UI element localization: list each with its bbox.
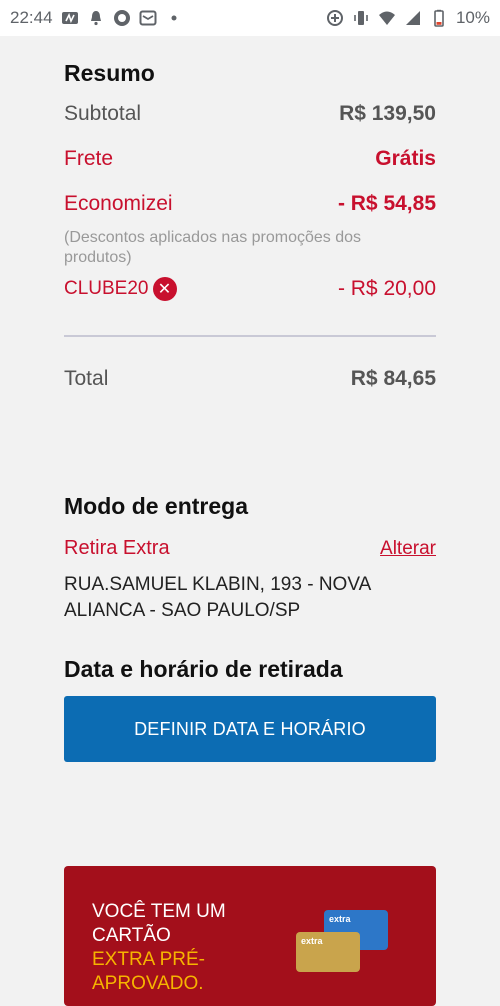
set-pickup-date-button[interactable]: DEFINIR DATA E HORÁRIO [64,696,436,762]
summary-title: Resumo [64,60,155,86]
promo-highlight-2: APROVADO. [92,973,204,994]
shipping-label: Frete [64,147,114,170]
promo-line-2: CARTÃO [92,925,171,946]
data-saver-icon [326,10,343,26]
promo-text: VOCÊ TEM UM CARTÃO EXTRA PRÉ- APROVADO. [92,900,242,996]
card-brand-label: extra [329,914,351,924]
change-delivery-link[interactable]: Alterar [380,538,436,560]
savings-label: Economizei [64,192,173,215]
total-row: Total R$ 84,65 [64,367,436,391]
subtotal-value: R$ 139,50 [339,102,436,125]
shipping-row: Frete Grátis [64,147,436,171]
battery-low-icon [434,9,444,27]
total-value: R$ 84,65 [350,367,436,390]
savings-value: - R$ 54,85 [337,192,436,215]
notification-app-icon [61,12,78,24]
battery-percent: 10% [455,8,490,27]
credit-card-gold-image: extra [296,932,360,972]
savings-note: (Descontos aplicados nas promoções dos p… [64,229,362,266]
delivery-title: Modo de entrega [64,493,249,519]
preapproved-card-banner[interactable]: VOCÊ TEM UM CARTÃO EXTRA PRÉ- APROVADO. … [64,866,436,1006]
status-time: 22:44 [10,8,53,27]
vibrate-icon [354,11,368,25]
total-label: Total [64,367,109,390]
coupon-tag: CLUBE20 ✕ [64,277,177,301]
remove-coupon-button[interactable]: ✕ [152,277,177,301]
subtotal-row: Subtotal R$ 139,50 [64,102,436,126]
coupon-code: CLUBE20 [64,278,149,299]
more-notifications-dot-icon [171,15,177,21]
close-icon: ✕ [157,281,172,298]
pickup-title: Data e horário de retirada [64,656,343,682]
savings-row: Economizei - R$ 54,85 [64,192,436,216]
mail-icon [139,10,157,26]
delivery-method-row: Retira Extra Alterar [64,537,436,560]
wifi-icon [378,11,395,25]
subtotal-label: Subtotal [64,102,142,125]
coupon-row: CLUBE20 ✕ - R$ 20,00 [64,277,436,301]
coupon-discount-value: - R$ 20,00 [337,277,436,300]
notification-circle-icon [113,10,130,26]
cell-signal-icon [405,11,420,25]
delivery-address: RUA.SAMUEL KLABIN, 193 - NOVA ALIANCA - … [64,572,436,624]
address-line-2: ALIANCA - SAO PAULO/SP [64,600,301,621]
status-bar: 22:44 10% [0,0,500,36]
delivery-method: Retira Extra [64,537,170,559]
promo-highlight-1: EXTRA PRÉ- [92,949,205,970]
card-brand-label-gold: extra [301,936,323,946]
promo-line-1: VOCÊ TEM UM [92,901,226,922]
summary-divider [64,335,436,337]
address-line-1: RUA.SAMUEL KLABIN, 193 - NOVA [64,574,372,595]
notification-bell-icon [90,11,101,26]
shipping-value: Grátis [375,147,436,170]
